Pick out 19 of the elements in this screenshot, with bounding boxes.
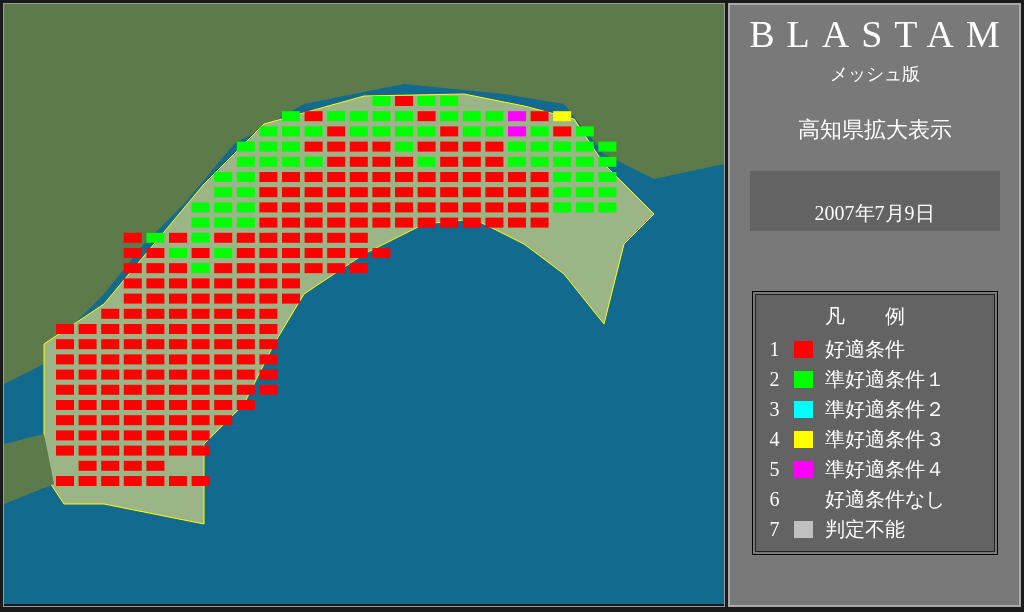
legend-label: 判定不能 [824, 517, 905, 542]
app-title: BLASTAM [748, 15, 1012, 53]
date-display: 2007年7月9日 [749, 171, 1000, 231]
legend-number: 2 [769, 367, 781, 392]
legend-label: 好適条件 [824, 337, 905, 362]
legend-number: 3 [769, 397, 781, 422]
legend-label: 準好適条件４ [824, 457, 945, 482]
legend-label: 準好適条件２ [824, 397, 945, 422]
legend-label: 準好適条件１ [824, 367, 945, 392]
legend-label: 準好適条件３ [824, 427, 945, 452]
legend-number: 5 [769, 457, 781, 482]
area-label: 高知県拡大表示 [797, 119, 952, 141]
legend-number: 4 [769, 427, 781, 452]
legend-number: 7 [769, 517, 781, 542]
app-subtitle: メッシュ版 [829, 65, 920, 83]
legend-number: 6 [769, 487, 781, 512]
legend-number: 1 [769, 337, 781, 362]
legend-label: 好適条件なし [824, 487, 945, 512]
legend-title: 凡 例 [824, 304, 906, 329]
